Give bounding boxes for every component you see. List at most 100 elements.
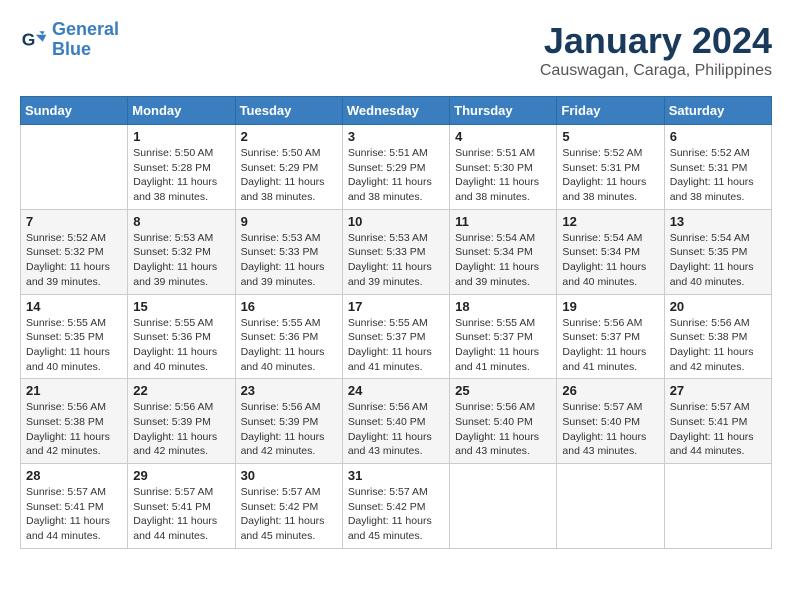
calendar-cell: 18 Sunrise: 5:55 AM Sunset: 5:37 PM Dayli…	[450, 294, 557, 379]
calendar-cell: 12Sunrise: 5:54 AM Sunset: 5:34 PM Dayli…	[557, 209, 664, 294]
day-number: 18	[455, 299, 551, 314]
day-info: Sunrise: 5:57 AM Sunset: 5:42 PM Dayligh…	[348, 485, 444, 544]
day-number: 24	[348, 383, 444, 398]
calendar-cell: 9Sunrise: 5:53 AM Sunset: 5:33 PM Daylig…	[235, 209, 342, 294]
day-info: Sunrise: 5:56 AM Sunset: 5:37 PM Dayligh…	[562, 316, 658, 375]
calendar-table: SundayMondayTuesdayWednesdayThursdayFrid…	[20, 96, 772, 549]
day-number: 5	[562, 129, 658, 144]
day-header-sunday: Sunday	[21, 97, 128, 125]
day-info: Sunrise: 5:56 AM Sunset: 5:38 PM Dayligh…	[670, 316, 766, 375]
calendar-cell: 6 Sunrise: 5:52 AM Sunset: 5:31 PM Daylig…	[664, 125, 771, 210]
day-number: 16	[241, 299, 337, 314]
logo-text: General Blue	[52, 20, 119, 60]
day-info: Sunrise: 5:53 AM Sunset: 5:32 PM Dayligh…	[133, 231, 229, 290]
calendar-week-2: 7Sunrise: 5:52 AM Sunset: 5:32 PM Daylig…	[21, 209, 772, 294]
day-info: Sunrise: 5:55 AM Sunset: 5:37 PM Dayligh…	[455, 316, 551, 375]
day-info: Sunrise: 5:57 AM Sunset: 5:41 PM Dayligh…	[26, 485, 122, 544]
calendar-cell: 31 Sunrise: 5:57 AM Sunset: 5:42 PM Dayli…	[342, 464, 449, 549]
day-number: 26	[562, 383, 658, 398]
calendar-cell	[557, 464, 664, 549]
day-info: Sunrise: 5:57 AM Sunset: 5:41 PM Dayligh…	[133, 485, 229, 544]
calendar-cell: 16Sunrise: 5:55 AM Sunset: 5:36 PM Dayli…	[235, 294, 342, 379]
calendar-cell: 13 Sunrise: 5:54 AM Sunset: 5:35 PM Dayli…	[664, 209, 771, 294]
day-number: 30	[241, 468, 337, 483]
page-header: G General Blue January 2024 Causwagan, C…	[20, 20, 772, 80]
calendar-week-4: 21 Sunrise: 5:56 AM Sunset: 5:38 PM Dayli…	[21, 379, 772, 464]
calendar-week-5: 28 Sunrise: 5:57 AM Sunset: 5:41 PM Dayli…	[21, 464, 772, 549]
day-number: 15	[133, 299, 229, 314]
day-header-thursday: Thursday	[450, 97, 557, 125]
day-number: 2	[241, 129, 337, 144]
calendar-header-row: SundayMondayTuesdayWednesdayThursdayFrid…	[21, 97, 772, 125]
calendar-cell: 28 Sunrise: 5:57 AM Sunset: 5:41 PM Dayli…	[21, 464, 128, 549]
day-info: Sunrise: 5:56 AM Sunset: 5:38 PM Dayligh…	[26, 400, 122, 459]
calendar-cell: 17 Sunrise: 5:55 AM Sunset: 5:37 PM Dayli…	[342, 294, 449, 379]
calendar-cell: 4 Sunrise: 5:51 AM Sunset: 5:30 PM Daylig…	[450, 125, 557, 210]
calendar-cell: 1 Sunrise: 5:50 AM Sunset: 5:28 PM Daylig…	[128, 125, 235, 210]
day-info: Sunrise: 5:55 AM Sunset: 5:37 PM Dayligh…	[348, 316, 444, 375]
logo-line1: General	[52, 19, 119, 39]
calendar-cell	[664, 464, 771, 549]
day-info: Sunrise: 5:52 AM Sunset: 5:31 PM Dayligh…	[562, 146, 658, 205]
day-header-friday: Friday	[557, 97, 664, 125]
day-number: 21	[26, 383, 122, 398]
calendar-week-3: 14Sunrise: 5:55 AM Sunset: 5:35 PM Dayli…	[21, 294, 772, 379]
day-number: 13	[670, 214, 766, 229]
svg-text:G: G	[22, 29, 36, 49]
logo-line2: Blue	[52, 39, 91, 59]
calendar-cell: 5 Sunrise: 5:52 AM Sunset: 5:31 PM Daylig…	[557, 125, 664, 210]
location-subtitle: Causwagan, Caraga, Philippines	[540, 62, 772, 80]
calendar-cell: 19Sunrise: 5:56 AM Sunset: 5:37 PM Dayli…	[557, 294, 664, 379]
day-number: 25	[455, 383, 551, 398]
day-number: 10	[348, 214, 444, 229]
day-info: Sunrise: 5:51 AM Sunset: 5:30 PM Dayligh…	[455, 146, 551, 205]
title-area: January 2024 Causwagan, Caraga, Philippi…	[540, 20, 772, 80]
day-number: 7	[26, 214, 122, 229]
calendar-cell: 30 Sunrise: 5:57 AM Sunset: 5:42 PM Dayli…	[235, 464, 342, 549]
day-info: Sunrise: 5:54 AM Sunset: 5:34 PM Dayligh…	[562, 231, 658, 290]
day-info: Sunrise: 5:56 AM Sunset: 5:40 PM Dayligh…	[348, 400, 444, 459]
calendar-cell: 14Sunrise: 5:55 AM Sunset: 5:35 PM Dayli…	[21, 294, 128, 379]
day-header-tuesday: Tuesday	[235, 97, 342, 125]
day-number: 8	[133, 214, 229, 229]
day-number: 1	[133, 129, 229, 144]
calendar-cell: 23Sunrise: 5:56 AM Sunset: 5:39 PM Dayli…	[235, 379, 342, 464]
day-number: 28	[26, 468, 122, 483]
day-info: Sunrise: 5:50 AM Sunset: 5:29 PM Dayligh…	[241, 146, 337, 205]
day-number: 14	[26, 299, 122, 314]
day-info: Sunrise: 5:52 AM Sunset: 5:31 PM Dayligh…	[670, 146, 766, 205]
calendar-week-1: 1 Sunrise: 5:50 AM Sunset: 5:28 PM Daylig…	[21, 125, 772, 210]
day-number: 17	[348, 299, 444, 314]
day-number: 31	[348, 468, 444, 483]
calendar-cell: 8 Sunrise: 5:53 AM Sunset: 5:32 PM Daylig…	[128, 209, 235, 294]
day-info: Sunrise: 5:53 AM Sunset: 5:33 PM Dayligh…	[241, 231, 337, 290]
calendar-cell: 21 Sunrise: 5:56 AM Sunset: 5:38 PM Dayli…	[21, 379, 128, 464]
logo: G General Blue	[20, 20, 119, 60]
day-info: Sunrise: 5:50 AM Sunset: 5:28 PM Dayligh…	[133, 146, 229, 205]
day-header-wednesday: Wednesday	[342, 97, 449, 125]
day-header-saturday: Saturday	[664, 97, 771, 125]
calendar-cell: 7Sunrise: 5:52 AM Sunset: 5:32 PM Daylig…	[21, 209, 128, 294]
calendar-cell: 24 Sunrise: 5:56 AM Sunset: 5:40 PM Dayli…	[342, 379, 449, 464]
day-number: 22	[133, 383, 229, 398]
calendar-cell: 20 Sunrise: 5:56 AM Sunset: 5:38 PM Dayli…	[664, 294, 771, 379]
logo-icon: G	[20, 26, 48, 54]
calendar-cell	[450, 464, 557, 549]
calendar-cell: 29Sunrise: 5:57 AM Sunset: 5:41 PM Dayli…	[128, 464, 235, 549]
day-number: 6	[670, 129, 766, 144]
day-info: Sunrise: 5:57 AM Sunset: 5:40 PM Dayligh…	[562, 400, 658, 459]
day-number: 4	[455, 129, 551, 144]
day-info: Sunrise: 5:53 AM Sunset: 5:33 PM Dayligh…	[348, 231, 444, 290]
day-info: Sunrise: 5:57 AM Sunset: 5:42 PM Dayligh…	[241, 485, 337, 544]
calendar-cell: 25 Sunrise: 5:56 AM Sunset: 5:40 PM Dayli…	[450, 379, 557, 464]
day-info: Sunrise: 5:56 AM Sunset: 5:40 PM Dayligh…	[455, 400, 551, 459]
calendar-cell	[21, 125, 128, 210]
day-info: Sunrise: 5:56 AM Sunset: 5:39 PM Dayligh…	[241, 400, 337, 459]
calendar-cell: 27Sunrise: 5:57 AM Sunset: 5:41 PM Dayli…	[664, 379, 771, 464]
day-number: 27	[670, 383, 766, 398]
day-number: 11	[455, 214, 551, 229]
day-info: Sunrise: 5:56 AM Sunset: 5:39 PM Dayligh…	[133, 400, 229, 459]
day-info: Sunrise: 5:54 AM Sunset: 5:35 PM Dayligh…	[670, 231, 766, 290]
day-number: 20	[670, 299, 766, 314]
day-number: 3	[348, 129, 444, 144]
